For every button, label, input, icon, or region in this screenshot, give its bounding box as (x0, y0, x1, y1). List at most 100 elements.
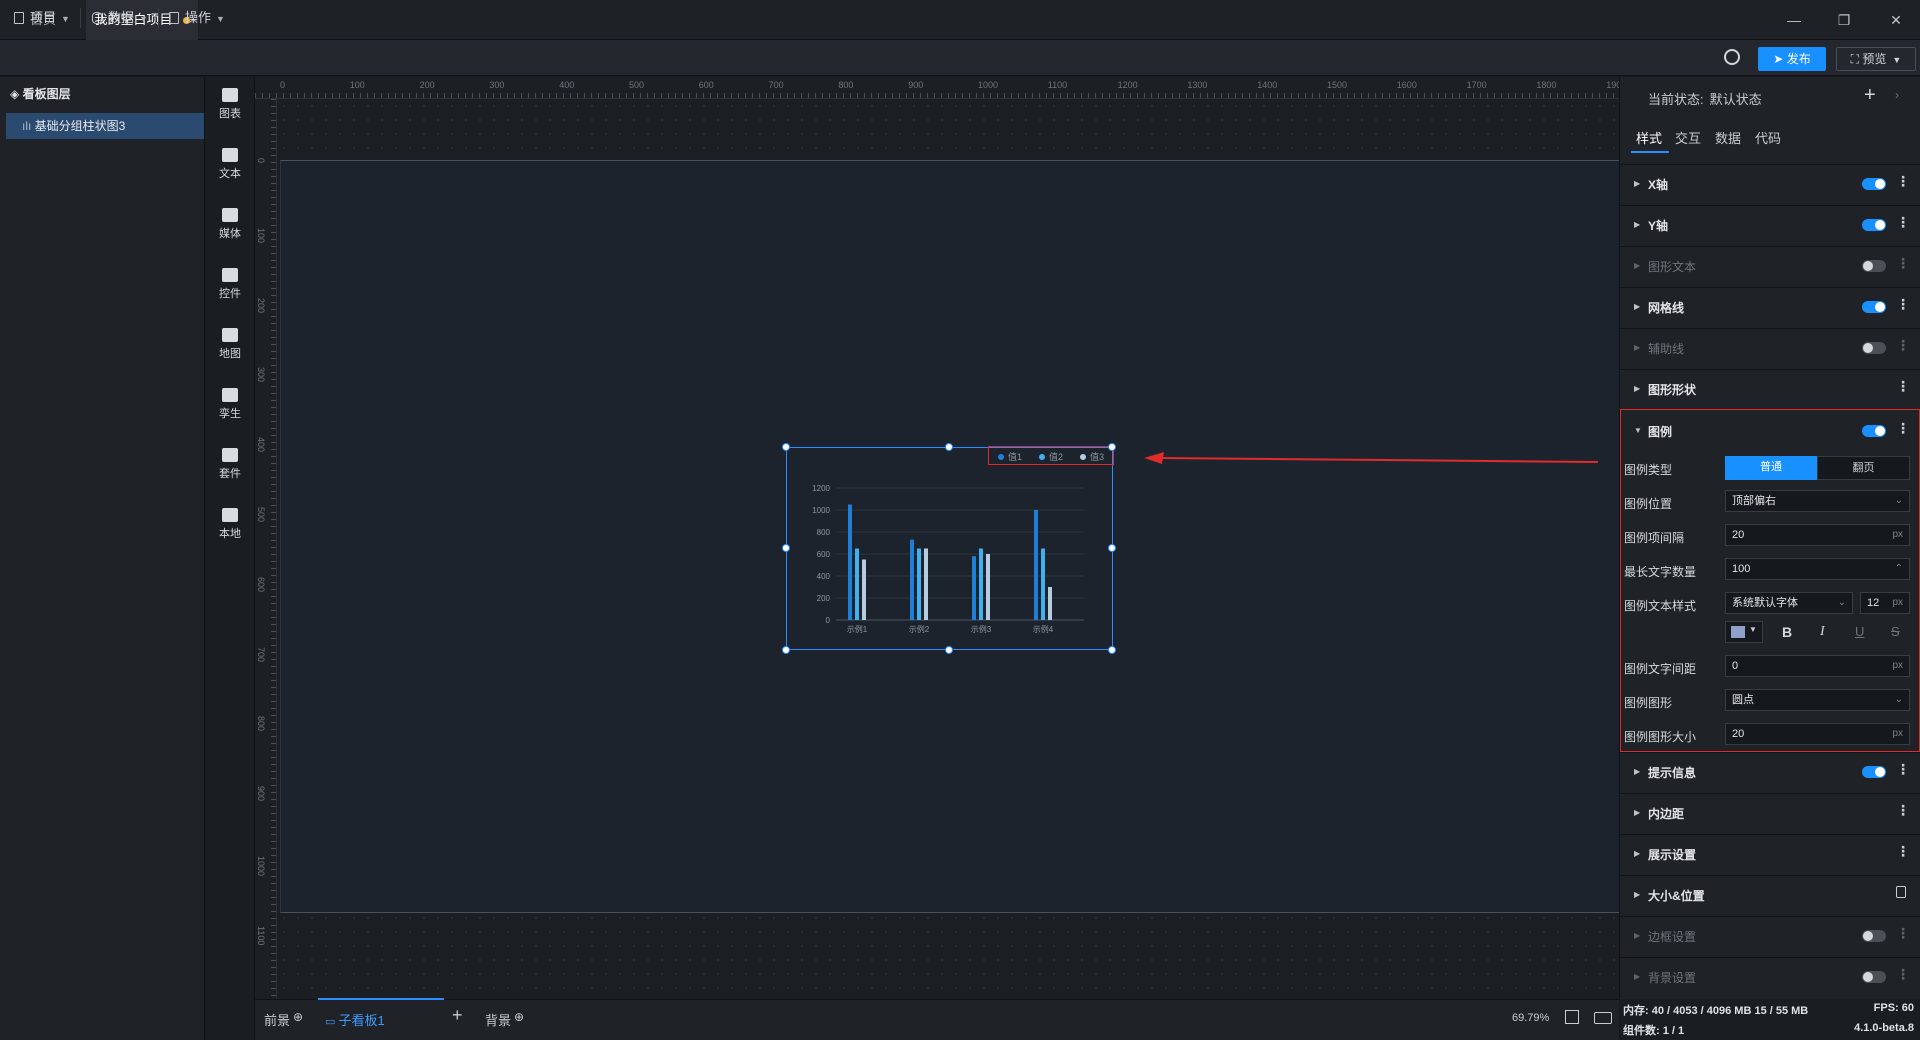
lock-icon[interactable] (1896, 886, 1906, 898)
add-board-icon[interactable]: + (452, 1005, 463, 1026)
minimize-icon[interactable]: — (1782, 8, 1806, 32)
legend-toggle[interactable] (1862, 425, 1886, 437)
legend-item-1[interactable]: 值1 (998, 450, 1022, 463)
close-icon[interactable]: ✕ (1884, 8, 1908, 32)
section-title[interactable]: 提示信息 (1648, 764, 1696, 781)
caret-right-icon[interactable]: ▶ (1634, 767, 1640, 776)
caret-right-icon[interactable]: ▶ (1634, 302, 1640, 311)
more-icon[interactable]: ⋮ (1896, 255, 1910, 272)
bar[interactable] (855, 548, 859, 621)
section-title[interactable]: 图形形状 (1648, 381, 1696, 398)
section-toggle[interactable] (1862, 219, 1886, 231)
bar[interactable] (986, 554, 990, 620)
comp-local[interactable]: 本地 (205, 508, 255, 541)
legend-font-select[interactable]: 系统默认字体 ⌄ (1725, 592, 1853, 614)
tab-style[interactable]: 样式 (1636, 128, 1662, 147)
more-icon[interactable]: ⋮ (1896, 214, 1910, 231)
section-title[interactable]: 背景设置 (1648, 969, 1696, 986)
menu-project[interactable]: 项目 ▼ (14, 7, 70, 29)
legend-color-picker[interactable]: ▼ (1725, 621, 1763, 643)
caret-right-icon[interactable]: ▶ (1634, 972, 1640, 981)
bar[interactable] (1041, 548, 1045, 621)
section-title[interactable]: 辅助线 (1648, 340, 1684, 357)
more-icon[interactable]: ⋮ (1896, 378, 1910, 395)
caret-right-icon[interactable]: ▶ (1634, 261, 1640, 270)
tab-foreground[interactable]: 前景 ⊕ (264, 1010, 303, 1029)
caret-right-icon[interactable]: ▶ (1634, 849, 1640, 858)
menu-data[interactable]: 数据 ▼ (92, 7, 148, 29)
legend-spacing-input[interactable]: 20 px (1725, 524, 1910, 546)
more-icon[interactable]: ⋮ (1896, 925, 1910, 942)
legend-item-3[interactable]: 值3 (1080, 450, 1104, 463)
section-title[interactable]: 图形文本 (1648, 258, 1696, 275)
section-title[interactable]: 内边距 (1648, 805, 1684, 822)
section-title[interactable]: Y轴 (1648, 217, 1668, 234)
caret-right-icon[interactable]: ▶ (1634, 890, 1640, 899)
bar[interactable] (972, 556, 976, 620)
legend-shapesize-input[interactable]: 20 px (1725, 723, 1910, 745)
legend-type-normal[interactable]: 普通 (1725, 456, 1817, 480)
more-icon[interactable]: ⋮ (1896, 296, 1910, 313)
resize-handle-se[interactable] (1108, 646, 1116, 654)
restore-icon[interactable]: ❐ (1832, 8, 1856, 32)
caret-down-icon[interactable]: ▼ (1634, 426, 1642, 435)
more-icon[interactable]: ⋮ (1896, 802, 1910, 819)
comp-twin[interactable]: 孪生 (205, 388, 255, 421)
section-toggle[interactable] (1862, 971, 1886, 983)
bar[interactable] (848, 504, 852, 621)
bar[interactable] (1034, 510, 1038, 620)
more-icon[interactable]: ⋮ (1896, 337, 1910, 354)
comp-control[interactable]: 控件 (205, 268, 255, 301)
publish-button[interactable]: ➤ 发布 (1758, 47, 1826, 71)
section-toggle[interactable] (1862, 178, 1886, 190)
resize-handle-w[interactable] (782, 544, 790, 552)
section-toggle[interactable] (1862, 342, 1886, 354)
search-icon[interactable] (1724, 49, 1740, 65)
bar[interactable] (862, 559, 866, 621)
tab-interaction[interactable]: 交互 (1675, 128, 1701, 147)
section-title[interactable]: 大小&位置 (1648, 887, 1705, 904)
resize-handle-n[interactable] (945, 443, 953, 451)
more-icon[interactable]: ⋮ (1896, 843, 1910, 860)
comp-kit[interactable]: 套件 (205, 448, 255, 481)
bar[interactable] (979, 548, 983, 621)
bar[interactable] (924, 548, 928, 621)
caret-right-icon[interactable]: ▶ (1634, 343, 1640, 352)
add-circle-icon[interactable]: ⊕ (514, 1010, 524, 1024)
resize-handle-e[interactable] (1108, 544, 1116, 552)
bar[interactable] (910, 539, 914, 620)
resize-handle-s[interactable] (945, 646, 953, 654)
more-icon[interactable]: ⋮ (1896, 420, 1910, 437)
comp-chart[interactable]: 图表 (205, 88, 255, 121)
more-icon[interactable]: ⋮ (1896, 761, 1910, 778)
preview-button[interactable]: ⛶ 预览 ▼ (1836, 47, 1916, 71)
more-icon[interactable]: ⋮ (1896, 173, 1910, 190)
layer-item[interactable]: ılı 基础分组柱状图3 (6, 113, 204, 139)
add-circle-icon[interactable]: ⊕ (293, 1010, 303, 1024)
section-title[interactable]: 网格线 (1648, 299, 1684, 316)
tab-code[interactable]: 代码 (1755, 128, 1781, 147)
underline-button[interactable]: U (1855, 624, 1864, 639)
resize-handle-sw[interactable] (782, 646, 790, 654)
caret-right-icon[interactable]: ▶ (1634, 384, 1640, 393)
section-title[interactable]: 展示设置 (1648, 846, 1696, 863)
bar[interactable] (917, 548, 921, 621)
section-toggle[interactable] (1862, 260, 1886, 272)
comp-text[interactable]: 文本 (205, 148, 255, 181)
legend-textgap-input[interactable]: 0 px (1725, 655, 1910, 677)
italic-button[interactable]: I (1820, 624, 1825, 640)
legend-shape-select[interactable]: 圆点 ⌄ (1725, 689, 1910, 711)
caret-right-icon[interactable]: ▶ (1634, 808, 1640, 817)
tab-sub-board[interactable]: ▭ 子看板1 (325, 1010, 385, 1029)
tab-data[interactable]: 数据 (1715, 128, 1741, 147)
zoom-level[interactable]: 69.79% (1512, 1012, 1549, 1024)
chevron-right-icon[interactable]: › (1895, 88, 1899, 102)
legend-fontsize-input[interactable]: 12 px (1860, 592, 1910, 614)
fit-screen-icon[interactable] (1565, 1010, 1579, 1024)
resize-handle-ne[interactable] (1108, 443, 1116, 451)
legend-maxtext-input[interactable]: 100 ⌃ (1725, 558, 1910, 580)
caret-right-icon[interactable]: ▶ (1634, 220, 1640, 229)
section-title[interactable]: 边框设置 (1648, 928, 1696, 945)
comp-media[interactable]: 媒体 (205, 208, 255, 241)
stepper-up-icon[interactable]: ⌃ (1895, 559, 1903, 579)
